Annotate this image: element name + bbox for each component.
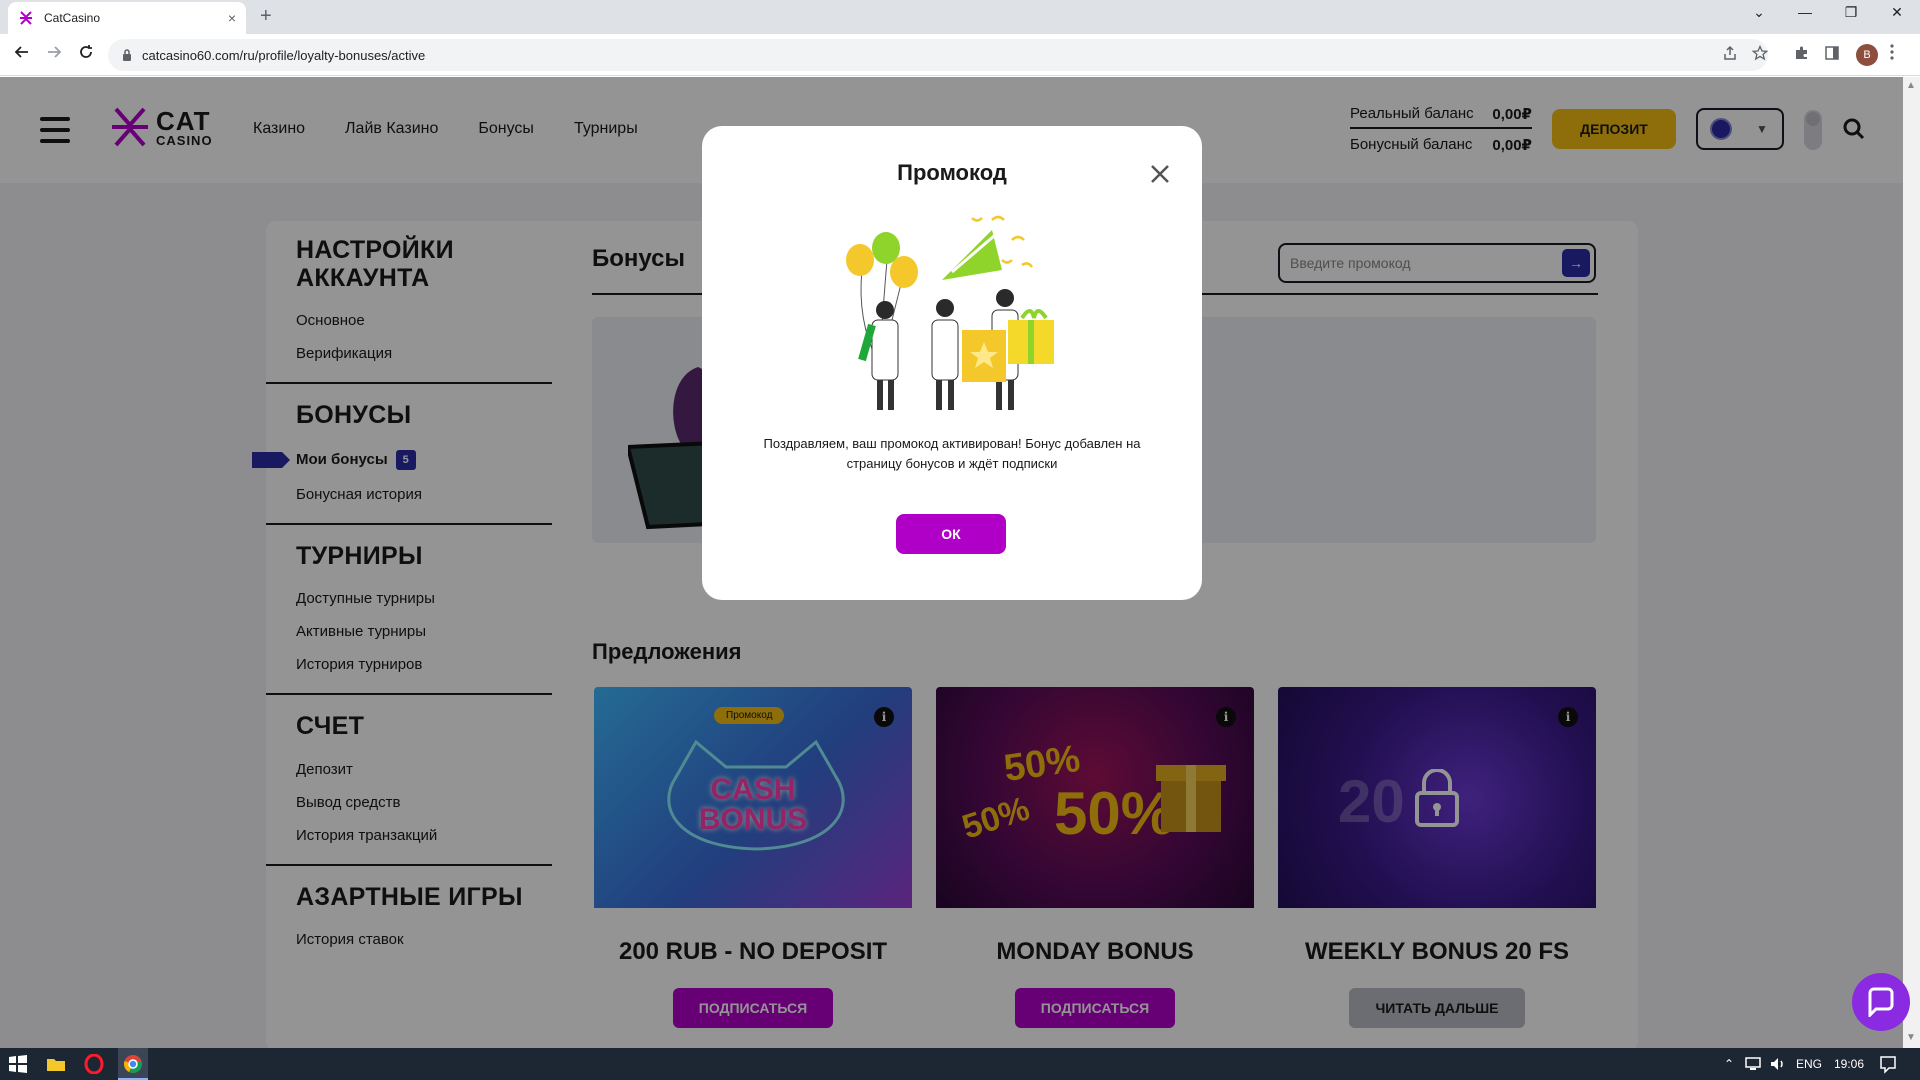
modal-message: Поздравляем, ваш промокод активирован! Б… bbox=[763, 436, 1141, 471]
tab-title: CatCasino bbox=[44, 11, 101, 25]
side-panel-icon[interactable] bbox=[1824, 45, 1840, 65]
promo-success-modal: Промокод Поздравляем, ваш промокод актив… bbox=[702, 126, 1202, 600]
share-icon[interactable] bbox=[1722, 45, 1738, 65]
reload-icon[interactable] bbox=[74, 44, 98, 65]
window-restore-button[interactable]: ❐ bbox=[1828, 4, 1874, 21]
url-text: catcasino60.com/ru/profile/loyalty-bonus… bbox=[142, 47, 426, 63]
back-arrow-icon[interactable] bbox=[10, 44, 34, 65]
page-scrollbar[interactable] bbox=[1903, 77, 1920, 1048]
forward-arrow-icon[interactable] bbox=[42, 44, 66, 65]
tab-search-icon[interactable]: ⌄ bbox=[1736, 4, 1782, 21]
window-minimize-button[interactable]: — bbox=[1782, 4, 1828, 20]
windows-taskbar: ⌃ ENG 19:06 bbox=[0, 1048, 1920, 1080]
scroll-down-arrow-icon[interactable]: ▼ bbox=[1906, 1032, 1917, 1046]
chat-support-button[interactable] bbox=[1852, 973, 1910, 1031]
file-explorer-icon[interactable] bbox=[46, 1054, 66, 1074]
windows-start-icon[interactable] bbox=[8, 1054, 28, 1074]
browser-tab[interactable]: CatCasino × bbox=[8, 2, 246, 34]
lock-icon bbox=[123, 49, 131, 61]
browser-tab-bar: CatCasino × + ⌄ — ❐ ✕ bbox=[0, 0, 1920, 34]
catcasino-favicon-icon bbox=[18, 10, 34, 26]
notifications-icon[interactable] bbox=[1878, 1054, 1898, 1074]
address-bar[interactable]: catcasino60.com/ru/profile/loyalty-bonus… bbox=[108, 39, 1768, 71]
modal-title: Промокод bbox=[897, 160, 1007, 185]
network-icon[interactable] bbox=[1744, 1054, 1764, 1074]
chrome-browser-icon[interactable] bbox=[123, 1054, 143, 1074]
opera-browser-icon[interactable] bbox=[84, 1054, 104, 1074]
bookmark-star-icon[interactable] bbox=[1751, 44, 1769, 65]
browser-toolbar: catcasino60.com/ru/profile/loyalty-bonus… bbox=[0, 34, 1920, 76]
new-tab-button[interactable]: + bbox=[260, 5, 272, 28]
language-indicator[interactable]: ENG bbox=[1796, 1057, 1822, 1071]
ok-button[interactable]: ОК bbox=[896, 514, 1006, 554]
profile-avatar[interactable]: B bbox=[1856, 44, 1878, 66]
tab-close-icon[interactable]: × bbox=[228, 10, 236, 26]
clock-time[interactable]: 19:06 bbox=[1834, 1057, 1864, 1071]
tray-chevron-up-icon[interactable]: ⌃ bbox=[1724, 1057, 1734, 1071]
close-icon[interactable] bbox=[1148, 162, 1172, 186]
volume-icon[interactable] bbox=[1768, 1054, 1788, 1074]
celebration-illustration-icon bbox=[846, 215, 1054, 410]
chat-icon bbox=[1868, 987, 1894, 1017]
scroll-up-arrow-icon[interactable]: ▲ bbox=[1906, 80, 1917, 94]
extensions-puzzle-icon[interactable] bbox=[1794, 45, 1810, 65]
browser-menu-icon[interactable] bbox=[1890, 44, 1894, 65]
window-close-button[interactable]: ✕ bbox=[1874, 4, 1920, 21]
